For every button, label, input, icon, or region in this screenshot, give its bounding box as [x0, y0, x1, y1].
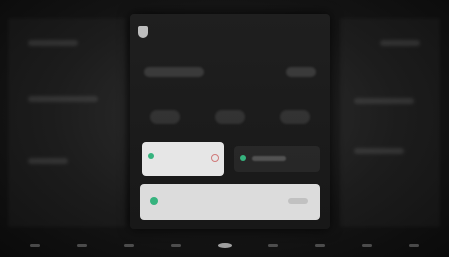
blurred-text	[252, 156, 286, 161]
home-icon[interactable]	[217, 242, 232, 248]
blurred-control[interactable]	[286, 67, 316, 77]
background-app-right	[340, 18, 440, 227]
quick-tile[interactable]	[150, 110, 180, 124]
blur-bar	[380, 40, 420, 46]
dismiss-icon[interactable]	[211, 154, 219, 162]
quick-tile[interactable]	[280, 110, 310, 124]
status-icon[interactable]	[76, 243, 87, 247]
notification-icon	[148, 153, 154, 159]
card-action[interactable]	[288, 198, 308, 204]
status-icon[interactable]	[30, 243, 40, 247]
status-icon[interactable]	[123, 243, 134, 247]
status-icon[interactable]	[315, 243, 326, 247]
status-icon[interactable]	[362, 243, 373, 247]
quick-tiles	[150, 110, 310, 124]
status-icon[interactable]	[170, 243, 181, 247]
system-bar	[0, 233, 449, 257]
notification-shade[interactable]	[130, 14, 330, 229]
screen-background	[0, 0, 449, 257]
blur-bar	[354, 148, 404, 154]
background-app-left	[8, 18, 126, 227]
notification-card[interactable]	[142, 142, 224, 176]
blur-bar	[354, 98, 414, 104]
notification-icon	[150, 197, 158, 205]
blur-bar	[28, 40, 78, 46]
blur-bar	[28, 96, 98, 102]
status-icon[interactable]	[409, 243, 419, 247]
notification-icon	[240, 155, 246, 161]
status-icon[interactable]	[268, 243, 279, 247]
shade-header	[138, 24, 322, 40]
media-card[interactable]	[140, 184, 320, 220]
quick-settings-row	[144, 62, 316, 82]
quick-tile[interactable]	[215, 110, 245, 124]
app-icon	[138, 26, 148, 38]
notification-card[interactable]	[234, 146, 320, 172]
blur-bar	[28, 158, 68, 164]
blurred-control[interactable]	[144, 67, 204, 77]
